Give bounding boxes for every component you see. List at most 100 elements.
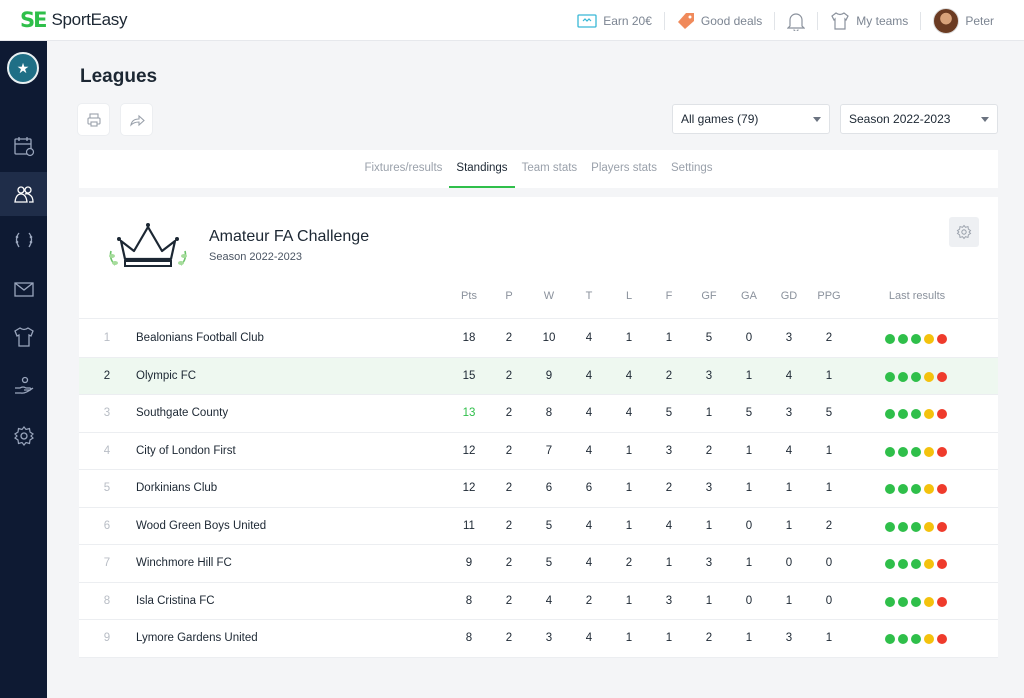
season-select[interactable]: Season 2022-2023: [840, 104, 998, 134]
user-name: Peter: [965, 13, 994, 28]
gf-cell: 3: [705, 557, 713, 569]
result-win-dot[interactable]: [911, 446, 921, 457]
result-win-dot[interactable]: [911, 409, 921, 419]
result-draw-dot[interactable]: [924, 446, 934, 457]
table-row[interactable]: 9 Lymore Gardens United 8 2 3 4 1 1 2 1 3 1: [79, 620, 998, 658]
result-draw-dot[interactable]: [924, 409, 934, 419]
tab-fixtures-results[interactable]: Fixtures/results: [357, 150, 449, 188]
team-name-link[interactable]: Lymore Gardens United: [136, 632, 258, 644]
result-loss-dot[interactable]: [937, 559, 947, 569]
sidebar-item-settings[interactable]: [0, 414, 47, 458]
team-name-link[interactable]: Winchmore Hill FC: [136, 557, 232, 569]
ppg-cell: 1: [825, 632, 833, 644]
team-name-link[interactable]: Wood Green Boys United: [136, 520, 266, 532]
rank-cell: 5: [103, 482, 111, 494]
team-name-link[interactable]: Isla Cristina FC: [136, 595, 215, 607]
result-draw-dot[interactable]: [924, 634, 934, 644]
team-name-link[interactable]: Dorkinians Club: [136, 482, 217, 494]
result-win-dot[interactable]: [911, 371, 921, 382]
result-win-dot[interactable]: [898, 484, 908, 494]
result-draw-dot[interactable]: [924, 521, 934, 532]
result-win-dot[interactable]: [885, 559, 895, 569]
table-row[interactable]: 3 Southgate County 13 2 8 4 4 5 1 5 3 5: [79, 395, 998, 433]
result-win-dot[interactable]: [898, 334, 908, 344]
sidebar-item-sponsors[interactable]: [0, 364, 47, 408]
ppg-cell: 2: [825, 519, 833, 532]
ppg-cell: 1: [825, 369, 833, 382]
result-win-dot[interactable]: [911, 521, 921, 532]
col-header-gf: GF: [701, 290, 717, 302]
share-button[interactable]: [121, 104, 152, 135]
gf-cell: 2: [705, 444, 713, 457]
games-filter-select[interactable]: All games (79): [672, 104, 830, 134]
user-menu[interactable]: Peter: [921, 0, 1006, 41]
table-row[interactable]: 5 Dorkinians Club 12 2 6 6 1 2 3 1 1 1: [79, 470, 998, 508]
club-badge-icon[interactable]: ★: [7, 52, 39, 84]
sidebar-item-team[interactable]: [0, 315, 47, 359]
earn-link[interactable]: Earn 20€: [565, 0, 664, 41]
tab-settings[interactable]: Settings: [664, 150, 720, 188]
table-row[interactable]: 1 Bealonians Football Club 18 2 10 4 1 1 5 0 3 2: [79, 320, 998, 358]
result-win-dot[interactable]: [911, 596, 921, 607]
deals-link[interactable]: Good deals: [665, 0, 774, 41]
team-name-link[interactable]: Southgate County: [136, 407, 228, 419]
print-button[interactable]: [78, 104, 109, 135]
result-win-dot[interactable]: [898, 521, 908, 532]
result-loss-dot[interactable]: [937, 334, 947, 344]
result-win-dot[interactable]: [898, 559, 908, 569]
sidebar-item-messages[interactable]: [0, 267, 47, 311]
result-win-dot[interactable]: [898, 634, 908, 644]
result-win-dot[interactable]: [911, 559, 921, 569]
result-win-dot[interactable]: [885, 521, 895, 532]
result-loss-dot[interactable]: [937, 446, 947, 457]
table-row[interactable]: 2 Olympic FC 15 2 9 4 4 2 3 1 4 1: [79, 357, 998, 395]
result-win-dot[interactable]: [885, 371, 895, 382]
result-loss-dot[interactable]: [937, 409, 947, 419]
t-cell: 4: [585, 444, 593, 457]
result-win-dot[interactable]: [885, 484, 895, 494]
result-win-dot[interactable]: [898, 409, 908, 419]
sidebar-item-trophies[interactable]: [0, 218, 47, 262]
result-loss-dot[interactable]: [937, 484, 947, 494]
result-loss-dot[interactable]: [937, 521, 947, 532]
notifications-button[interactable]: [775, 0, 817, 41]
result-win-dot[interactable]: [911, 334, 921, 344]
team-name-link[interactable]: Olympic FC: [136, 370, 196, 382]
result-win-dot[interactable]: [898, 596, 908, 607]
last-results: [885, 371, 947, 382]
result-win-dot[interactable]: [898, 371, 908, 382]
team-name-link[interactable]: Bealonians Football Club: [136, 332, 264, 344]
result-win-dot[interactable]: [911, 634, 921, 644]
result-draw-dot[interactable]: [924, 484, 934, 494]
table-row[interactable]: 6 Wood Green Boys United 11 2 5 4 1 4 1 0 1 2: [79, 508, 998, 545]
sporteasy-logo[interactable]: SE SportEasy: [20, 9, 128, 31]
result-draw-dot[interactable]: [924, 334, 934, 344]
sidebar-item-calendar[interactable]: [0, 124, 47, 168]
result-loss-dot[interactable]: [937, 596, 947, 607]
result-win-dot[interactable]: [911, 484, 921, 494]
table-row[interactable]: 7 Winchmore Hill FC 9 2 5 4 2 1 3 1 0 0: [79, 545, 998, 583]
table-row[interactable]: 8 Isla Cristina FC 8 2 4 2 1 3 1 0 1 0: [79, 583, 998, 620]
result-win-dot[interactable]: [885, 596, 895, 607]
tab-team-stats[interactable]: Team stats: [515, 150, 585, 188]
result-draw-dot[interactable]: [924, 371, 934, 382]
jersey-icon: [831, 11, 850, 30]
result-win-dot[interactable]: [885, 334, 895, 344]
result-draw-dot[interactable]: [924, 596, 934, 607]
league-settings-button[interactable]: [949, 217, 979, 247]
sidebar-item-leagues[interactable]: [0, 172, 47, 216]
table-row[interactable]: 4 City of London First 12 2 7 4 1 3 2 1 4 1: [79, 433, 998, 470]
result-win-dot[interactable]: [885, 634, 895, 644]
result-loss-dot[interactable]: [937, 371, 947, 382]
result-win-dot[interactable]: [885, 446, 895, 457]
tab-standings[interactable]: Standings: [449, 150, 515, 188]
gd-cell: 3: [785, 407, 793, 419]
result-win-dot[interactable]: [898, 446, 908, 457]
my-teams-link[interactable]: My teams: [818, 0, 920, 41]
result-win-dot[interactable]: [885, 409, 895, 419]
result-loss-dot[interactable]: [937, 634, 947, 644]
tab-players-stats[interactable]: Players stats: [584, 150, 664, 188]
p-cell: 2: [505, 407, 513, 419]
result-draw-dot[interactable]: [924, 559, 934, 569]
team-name-link[interactable]: City of London First: [136, 445, 236, 457]
